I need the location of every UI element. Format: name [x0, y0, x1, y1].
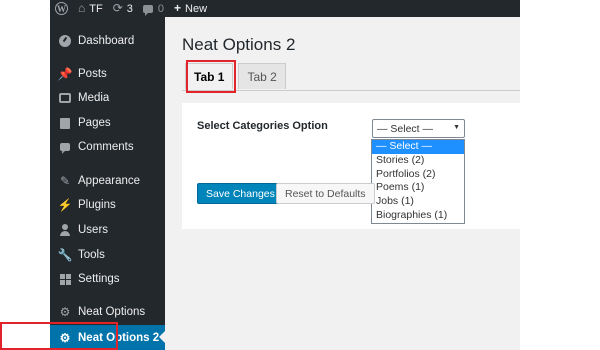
dropdown-option[interactable]: Poems (1)	[372, 181, 464, 195]
sidebar-item-label: Pages	[78, 117, 111, 129]
sidebar-item-label: Posts	[78, 68, 107, 80]
admin-sidebar: Dashboard 📌 Posts Media Pages Comments ✎…	[50, 17, 165, 350]
page-icon	[58, 116, 72, 130]
new-content-link[interactable]: + New	[169, 0, 212, 17]
sidebar-item-label: Settings	[78, 273, 120, 285]
dropdown-option[interactable]: Stories (2)	[372, 154, 464, 168]
sidebar-item-label: Tools	[78, 249, 105, 261]
comments-count: 0	[157, 2, 165, 15]
wp-logo-button[interactable]: W	[50, 0, 73, 17]
field-label: Select Categories Option	[197, 120, 328, 132]
sidebar-item-appearance[interactable]: ✎ Appearance	[50, 170, 165, 192]
site-name-link[interactable]: ⌂ TF	[73, 0, 108, 17]
updates-count: 3	[126, 2, 133, 15]
sidebar-item-users[interactable]: Users	[50, 219, 165, 241]
tab-2[interactable]: Tab 2	[238, 63, 286, 89]
dashboard-icon	[58, 34, 72, 48]
sidebar-item-label: Neat Options 2	[78, 331, 160, 344]
select-value: — Select —	[377, 122, 434, 135]
sidebar-item-label: Dashboard	[78, 35, 135, 47]
sidebar-item-label: Appearance	[78, 175, 141, 187]
save-changes-button[interactable]: Save Changes	[197, 183, 284, 204]
plus-icon: +	[174, 1, 182, 15]
sidebar-item-label: Neat Options	[78, 306, 146, 318]
main-content: Neat Options 2 Tab 1 Tab 2 Select Catego…	[165, 17, 520, 350]
sidebar-item-settings[interactable]: Settings	[50, 268, 165, 290]
sidebar-item-label: Users	[78, 224, 109, 236]
sidebar-item-comments[interactable]: Comments	[50, 136, 165, 158]
wrench-icon: 🔧	[57, 248, 73, 262]
sidebar-item-neat-options[interactable]: ⚙ Neat Options	[50, 301, 165, 323]
tab-1[interactable]: Tab 1	[185, 63, 234, 89]
sidebar-item-tools[interactable]: 🔧 Tools	[50, 244, 165, 266]
dropdown-option[interactable]: Portfolios (2)	[372, 168, 464, 182]
dropdown-option[interactable]: — Select —	[372, 140, 464, 154]
sidebar-item-pages[interactable]: Pages	[50, 112, 165, 134]
updates-link[interactable]: ⟳ 3	[108, 0, 138, 17]
reset-defaults-button[interactable]: Reset to Defaults	[276, 183, 375, 204]
wordpress-logo-icon: W	[55, 2, 68, 15]
sidebar-item-label: Plugins	[78, 199, 116, 211]
categories-dropdown-list: — Select — Stories (2) Portfolios (2) Po…	[371, 139, 465, 224]
gear-icon: ⚙	[59, 305, 71, 319]
sidebar-item-label: Media	[78, 92, 110, 104]
updates-icon: ⟳	[112, 1, 123, 15]
sidebar-item-neat-options-2[interactable]: ⚙ Neat Options 2	[50, 325, 165, 350]
media-icon	[58, 91, 72, 105]
sidebar-item-media[interactable]: Media	[50, 87, 165, 109]
home-icon: ⌂	[78, 1, 86, 15]
brush-icon: ✎	[59, 174, 71, 188]
sidebar-item-label: Comments	[78, 141, 134, 153]
user-icon	[58, 223, 72, 237]
new-label: New	[185, 2, 208, 15]
sidebar-item-dashboard[interactable]: Dashboard	[50, 30, 165, 52]
gear-icon: ⚙	[59, 330, 71, 345]
categories-select[interactable]: — Select — ▼	[372, 119, 465, 138]
comment-bubble-icon	[142, 4, 153, 16]
pin-icon: 📌	[57, 67, 73, 81]
chevron-down-icon: ▼	[453, 124, 460, 131]
admin-bar: W ⌂ TF ⟳ 3 0 + New	[50, 0, 520, 17]
comment-icon	[58, 140, 72, 154]
tab-bar: Tab 1 Tab 2	[185, 63, 291, 91]
sidebar-item-plugins[interactable]: ⚡ Plugins	[50, 194, 165, 216]
site-name: TF	[89, 2, 103, 15]
options-panel: Select Categories Option — Select — ▼ — …	[182, 103, 520, 229]
sidebar-item-posts[interactable]: 📌 Posts	[50, 63, 165, 85]
page-title: Neat Options 2	[182, 35, 296, 54]
dropdown-option[interactable]: Jobs (1)	[372, 195, 464, 209]
dropdown-option[interactable]: Biographies (1)	[372, 209, 464, 223]
comments-link[interactable]: 0	[138, 0, 169, 17]
wordpress-admin-window: W ⌂ TF ⟳ 3 0 + New Dashboard 📌 Posts Med…	[50, 0, 520, 350]
settings-icon	[58, 272, 72, 286]
plug-icon: ⚡	[57, 198, 73, 212]
